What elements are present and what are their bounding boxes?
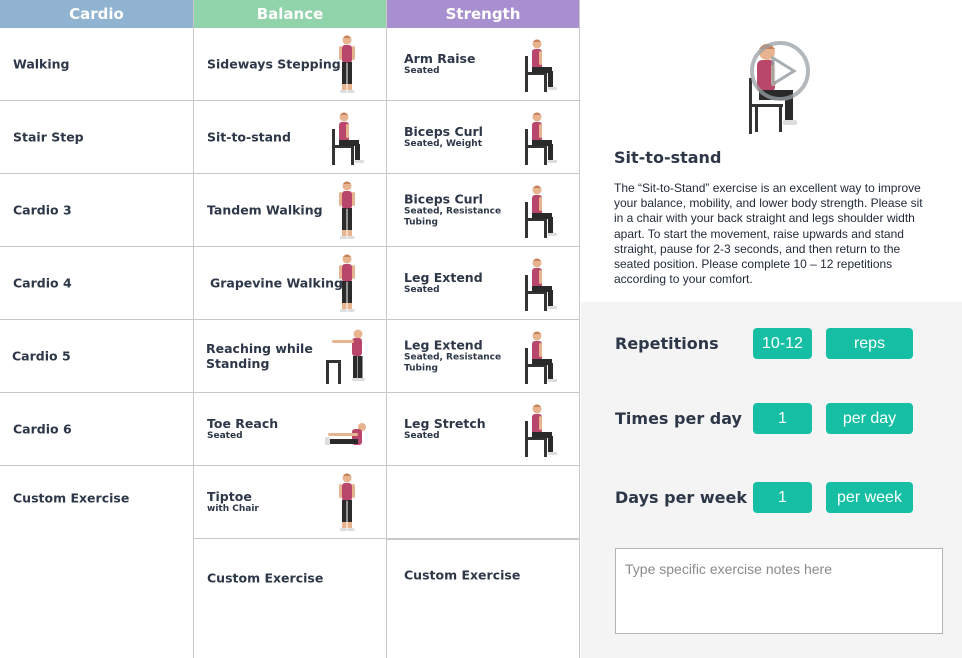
days-per-week-unit[interactable]: per week — [826, 482, 913, 513]
exercise-title: Tiptoe — [207, 489, 252, 504]
exercise-figure-icon — [517, 180, 563, 242]
exercise-cell-cardio-5[interactable]: Cardio 5 — [0, 320, 193, 393]
exercise-cell-custom-balance[interactable]: Custom Exercise — [194, 539, 386, 657]
play-icon — [750, 41, 810, 101]
exercise-detail-panel: Sit-to-stand The “Sit-to-Stand” exercise… — [581, 0, 962, 658]
exercise-title: Arm Raise — [404, 51, 476, 66]
exercise-figure-icon — [324, 34, 370, 96]
cardio-column: Cardio Walking Stair Step Cardio 3 Cardi… — [0, 0, 193, 658]
times-per-day-row: Times per day 1 per day — [615, 403, 945, 435]
exercise-title: Cardio 6 — [13, 421, 72, 437]
exercise-grid: Cardio Walking Stair Step Cardio 3 Cardi… — [0, 0, 580, 658]
times-per-day-label: Times per day — [615, 409, 742, 428]
exercise-cell-stair-step[interactable]: Stair Step — [0, 101, 193, 174]
exercise-cell-biceps-curl-weight[interactable]: Biceps Curl Seated, Weight — [387, 101, 579, 174]
exercise-subtitle-line2: Tubing — [404, 363, 438, 374]
exercise-title: Biceps Curl — [404, 191, 483, 207]
strength-column: Strength Arm Raise Seated Biceps Curl Se… — [386, 0, 580, 658]
repetitions-label: Repetitions — [615, 334, 719, 353]
repetitions-value[interactable]: 10-12 — [753, 328, 812, 359]
exercise-figure-icon — [517, 34, 563, 96]
exercise-title: Sit-to-stand — [207, 129, 291, 145]
exercise-title: Walking — [13, 56, 70, 72]
exercise-notes-input[interactable] — [615, 548, 943, 634]
balance-column: Balance Sideways Stepping Sit-to-stand T… — [193, 0, 386, 658]
exercise-title: Toe Reach — [207, 416, 279, 431]
times-per-day-unit[interactable]: per day — [826, 403, 913, 434]
exercise-figure-icon — [517, 107, 563, 169]
exercise-subtitle-line2: Tubing — [404, 217, 438, 228]
days-per-week-value[interactable]: 1 — [753, 482, 812, 513]
exercise-figure-icon — [324, 180, 370, 242]
exercise-subtitle: Seated — [404, 285, 440, 295]
exercise-subtitle: Seated, Resistance — [404, 206, 502, 217]
exercise-cell-sideways-stepping[interactable]: Sideways Stepping — [194, 28, 386, 101]
exercise-subtitle: with Chair — [207, 504, 259, 514]
days-per-week-row: Days per week 1 per week — [615, 482, 945, 514]
exercise-title: Custom Exercise — [207, 570, 324, 586]
exercise-cell-sit-to-stand[interactable]: Sit-to-stand — [194, 101, 386, 174]
exercise-figure-icon — [324, 472, 370, 534]
exercise-cell-custom-strength[interactable]: Custom Exercise — [387, 539, 579, 657]
exercise-title: Grapevine Walking — [210, 275, 343, 291]
exercise-subtitle: Seated, Resistance — [404, 352, 502, 363]
exercise-cell-grapevine-walking[interactable]: Grapevine Walking — [194, 247, 386, 320]
exercise-figure-icon — [324, 253, 370, 315]
exercise-video[interactable] — [741, 38, 819, 138]
exercise-subtitle: Seated — [207, 431, 243, 441]
exercise-title: Cardio 4 — [13, 275, 72, 291]
exercise-title: Leg Extend — [404, 337, 483, 353]
exercise-title: Leg Stretch — [404, 416, 486, 431]
exercise-cell-walking[interactable]: Walking — [0, 28, 193, 101]
exercise-cell-leg-extend-tubing[interactable]: Leg Extend Seated, Resistance Tubing — [387, 320, 579, 393]
repetitions-row: Repetitions 10-12 reps — [615, 328, 945, 360]
exercise-title-heading: Sit-to-stand — [614, 148, 722, 167]
exercise-figure-icon — [324, 399, 370, 461]
exercise-title: Reaching while — [206, 341, 313, 356]
exercise-cell-arm-raise[interactable]: Arm Raise Seated — [387, 28, 579, 101]
exercise-cell-leg-stretch[interactable]: Leg Stretch Seated — [387, 393, 579, 466]
exercise-figure-icon — [324, 107, 370, 169]
exercise-title: Stair Step — [13, 129, 84, 145]
exercise-cell-cardio-4[interactable]: Cardio 4 — [0, 247, 193, 320]
exercise-cell-biceps-curl-tubing[interactable]: Biceps Curl Seated, Resistance Tubing — [387, 174, 579, 247]
exercise-cell-empty — [387, 466, 579, 539]
exercise-cell-custom-cardio[interactable]: Custom Exercise — [0, 466, 193, 586]
exercise-subtitle: Seated — [404, 66, 440, 76]
exercise-cell-tandem-walking[interactable]: Tandem Walking — [194, 174, 386, 247]
strength-header: Strength — [387, 0, 579, 28]
exercise-title: Cardio 5 — [12, 348, 71, 364]
exercise-figure-icon — [517, 253, 563, 315]
cardio-header: Cardio — [0, 0, 193, 28]
exercise-figure-icon — [322, 326, 372, 388]
times-per-day-value[interactable]: 1 — [753, 403, 812, 434]
exercise-title: Leg Extend — [404, 270, 483, 285]
exercise-cell-leg-extend[interactable]: Leg Extend Seated — [387, 247, 579, 320]
exercise-title: Tandem Walking — [207, 202, 323, 218]
exercise-figure-icon — [517, 399, 563, 461]
exercise-title: Custom Exercise — [13, 490, 130, 506]
exercise-title: Biceps Curl — [404, 124, 483, 139]
exercise-figure-icon — [517, 326, 563, 388]
exercise-description: The “Sit-to-Stand” exercise is an excell… — [614, 181, 923, 287]
balance-header: Balance — [194, 0, 386, 28]
exercise-subtitle: Seated — [404, 431, 440, 441]
exercise-subtitle: Seated, Weight — [404, 139, 483, 149]
exercise-title-line2: Standing — [206, 356, 270, 371]
repetitions-unit[interactable]: reps — [826, 328, 913, 359]
exercise-title: Cardio 3 — [13, 202, 72, 218]
exercise-cell-cardio-6[interactable]: Cardio 6 — [0, 393, 193, 466]
exercise-title: Sideways Stepping — [207, 56, 341, 72]
exercise-cell-reaching-while-standing[interactable]: Reaching while Standing — [194, 320, 386, 393]
exercise-title: Custom Exercise — [404, 567, 521, 583]
exercise-cell-toe-reach[interactable]: Toe Reach Seated — [194, 393, 386, 466]
exercise-cell-tiptoe[interactable]: Tiptoe with Chair — [194, 466, 386, 539]
exercise-cell-cardio-3[interactable]: Cardio 3 — [0, 174, 193, 247]
days-per-week-label: Days per week — [615, 488, 747, 507]
detail-header: Sit-to-stand The “Sit-to-Stand” exercise… — [581, 0, 962, 302]
